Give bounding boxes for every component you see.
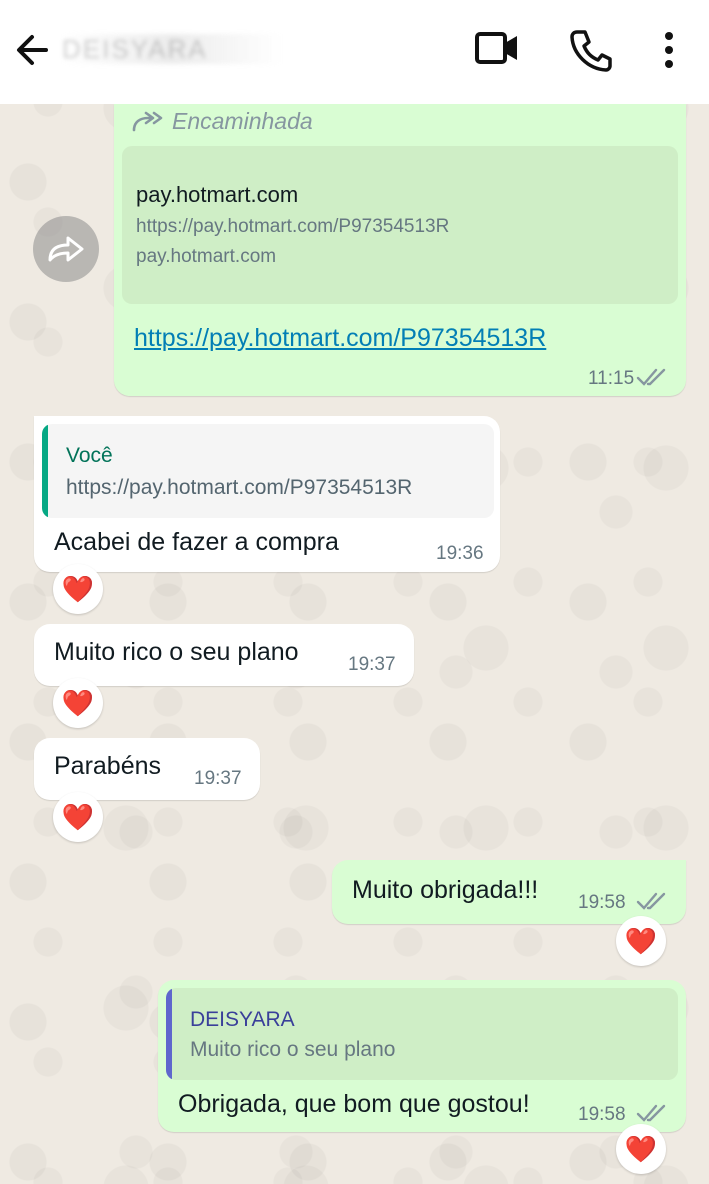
- message-time: 19:36: [436, 543, 484, 564]
- heart-reaction-icon: ❤️: [61, 573, 95, 604]
- voice-call-icon[interactable]: [570, 28, 612, 77]
- quote-text: Muito rico o seu plano: [190, 1038, 396, 1061]
- message-time: 19:58: [578, 1104, 626, 1125]
- message-time: 11:15: [588, 368, 635, 389]
- quote-bar: [166, 988, 172, 1080]
- heart-reaction-icon: ❤️: [624, 925, 658, 956]
- link-preview-url: https://pay.hotmart.com/P97354513R: [136, 216, 450, 237]
- heart-reaction-icon: ❤️: [61, 687, 95, 718]
- link-preview-card[interactable]: pay.hotmart.com https://pay.hotmart.com/…: [122, 146, 678, 304]
- heart-reaction-icon: ❤️: [624, 1133, 658, 1164]
- quote-bar: [42, 424, 48, 518]
- read-receipt-icon: [636, 368, 666, 386]
- contact-name[interactable]: DEISYARA: [62, 34, 282, 64]
- reaction-badge[interactable]: ❤️: [616, 916, 666, 966]
- forwarded-arrow-icon: [132, 111, 163, 131]
- quote-text: https://pay.hotmart.com/P97354513R: [66, 476, 413, 499]
- back-arrow-icon[interactable]: [12, 28, 52, 77]
- message-text: Parabéns: [54, 752, 162, 780]
- forward-button[interactable]: [33, 216, 99, 282]
- message-text: Muito rico o seu plano: [54, 638, 299, 666]
- quoted-message[interactable]: Você https://pay.hotmart.com/P97354513R: [42, 424, 494, 518]
- message-time: 19:37: [348, 654, 396, 675]
- message-time: 19:58: [578, 892, 626, 913]
- message-time: 19:37: [194, 768, 242, 789]
- contact-name-text: DEISYARA: [62, 34, 208, 64]
- quoted-message[interactable]: DEISYARA Muito rico o seu plano: [166, 988, 678, 1080]
- quote-author: Você: [66, 444, 113, 467]
- quote-author: DEISYARA: [190, 1008, 295, 1031]
- heart-reaction-icon: ❤️: [61, 801, 95, 832]
- reaction-badge[interactable]: ❤️: [616, 1124, 666, 1174]
- link-preview-title: pay.hotmart.com: [136, 182, 299, 207]
- link-preview-domain: pay.hotmart.com: [136, 246, 277, 267]
- forwarded-label: Encaminhada: [172, 108, 313, 134]
- message-text: Muito obrigada!!!: [352, 876, 539, 904]
- reaction-badge[interactable]: ❤️: [53, 564, 103, 614]
- message-link[interactable]: https://pay.hotmart.com/P97354513R: [134, 324, 546, 353]
- forward-icon: [48, 236, 84, 262]
- forwarded-label-row: Encaminhada: [132, 108, 313, 135]
- message-text: Acabei de fazer a compra: [54, 528, 339, 556]
- reaction-badge[interactable]: ❤️: [53, 792, 103, 842]
- read-receipt-icon: [636, 892, 666, 910]
- more-options-icon[interactable]: [662, 28, 676, 77]
- reaction-badge[interactable]: ❤️: [53, 678, 103, 728]
- video-call-icon[interactable]: [474, 28, 520, 73]
- read-receipt-icon: [636, 1104, 666, 1122]
- chat-header: DEISYARA: [0, 0, 709, 104]
- message-text: Obrigada, que bom que gostou!: [178, 1090, 530, 1118]
